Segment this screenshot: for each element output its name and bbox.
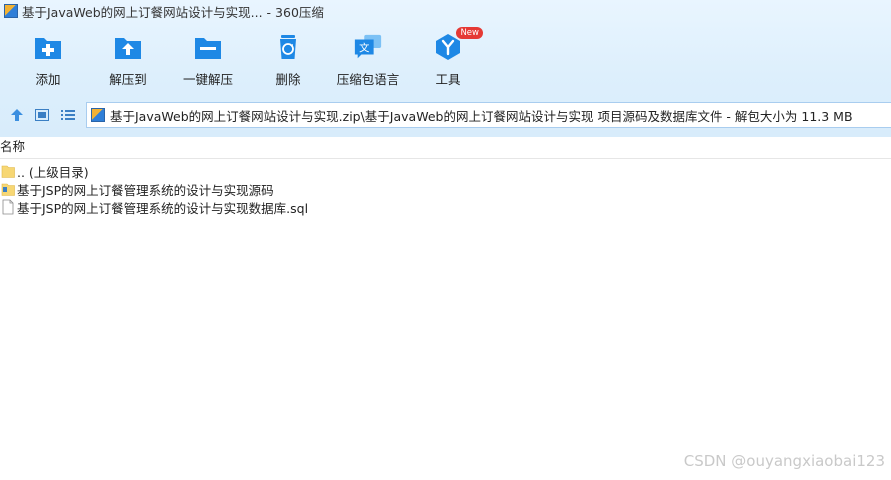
address-path: 基于JavaWeb的网上订餐网站设计与实现.zip\基于JavaWeb的网上订餐…	[110, 108, 853, 124]
address-bar[interactable]: 基于JavaWeb的网上订餐网站设计与实现.zip\基于JavaWeb的网上订餐…	[86, 102, 891, 128]
list-item-sql-file[interactable]: 基于JSP的网上订餐管理系统的设计与实现数据库.sql	[0, 198, 891, 216]
one-click-extract-button[interactable]: 一键解压	[163, 28, 253, 90]
list-view-icon	[61, 110, 75, 120]
up-level-button[interactable]	[8, 106, 26, 124]
new-badge: New	[456, 27, 483, 39]
app-icon	[4, 4, 18, 18]
list-view-button[interactable]	[59, 106, 77, 124]
folder-icon	[1, 183, 15, 196]
tools-icon: New	[433, 27, 483, 62]
add-icon	[33, 32, 63, 62]
delete-label: 删除	[275, 72, 301, 87]
file-list: .. (上级目录) 基于JSP的网上订餐管理系统的设计与实现源码 基于JSP的网…	[0, 162, 891, 216]
archive-icon	[91, 108, 105, 122]
delete-icon	[273, 32, 303, 62]
one-click-extract-label: 一键解压	[182, 72, 233, 87]
list-item-source-folder[interactable]: 基于JSP的网上订餐管理系统的设计与实现源码	[0, 180, 891, 198]
folder-icon	[1, 165, 15, 178]
list-item-parent-dir[interactable]: .. (上级目录)	[0, 162, 891, 180]
thumbnail-view-button[interactable]	[33, 106, 51, 124]
one-click-extract-icon	[193, 32, 223, 62]
column-name-header: 名称	[0, 139, 26, 154]
toolbar: 添加 解压到 一键解压 删除 文 压缩包语言 New 工具	[0, 27, 891, 92]
up-arrow-icon	[11, 109, 23, 121]
navigation-row: 基于JavaWeb的网上订餐网站设计与实现.zip\基于JavaWeb的网上订餐…	[0, 101, 891, 129]
add-label: 添加	[35, 72, 61, 87]
list-item-label: 基于JSP的网上订餐管理系统的设计与实现源码	[17, 182, 274, 198]
extract-to-label: 解压到	[109, 72, 147, 87]
extract-to-button[interactable]: 解压到	[83, 28, 173, 90]
watermark: CSDN @ouyangxiaobai123	[683, 452, 885, 470]
thumbnail-view-icon	[35, 109, 49, 121]
column-header[interactable]: 名称	[0, 138, 891, 159]
extract-to-icon	[113, 32, 143, 62]
top-panel: 基于JavaWeb的网上订餐网站设计与实现... - 360压缩 添加 解压到 …	[0, 0, 891, 137]
add-button[interactable]: 添加	[3, 28, 93, 90]
archive-language-button[interactable]: 文 压缩包语言	[323, 28, 413, 90]
list-item-label: 基于JSP的网上订餐管理系统的设计与实现数据库.sql	[17, 200, 309, 216]
archive-language-icon: 文	[353, 32, 383, 62]
list-item-label: .. (上级目录)	[17, 164, 89, 180]
delete-button[interactable]: 删除	[243, 28, 333, 90]
title-bar: 基于JavaWeb的网上订餐网站设计与实现... - 360压缩	[0, 0, 891, 22]
tools-button[interactable]: New 工具	[403, 27, 493, 90]
svg-text:文: 文	[359, 42, 369, 55]
file-icon	[2, 199, 14, 215]
window-title: 基于JavaWeb的网上订餐网站设计与实现... - 360压缩	[22, 4, 324, 20]
archive-language-label: 压缩包语言	[336, 72, 400, 87]
tools-label: 工具	[435, 72, 461, 87]
